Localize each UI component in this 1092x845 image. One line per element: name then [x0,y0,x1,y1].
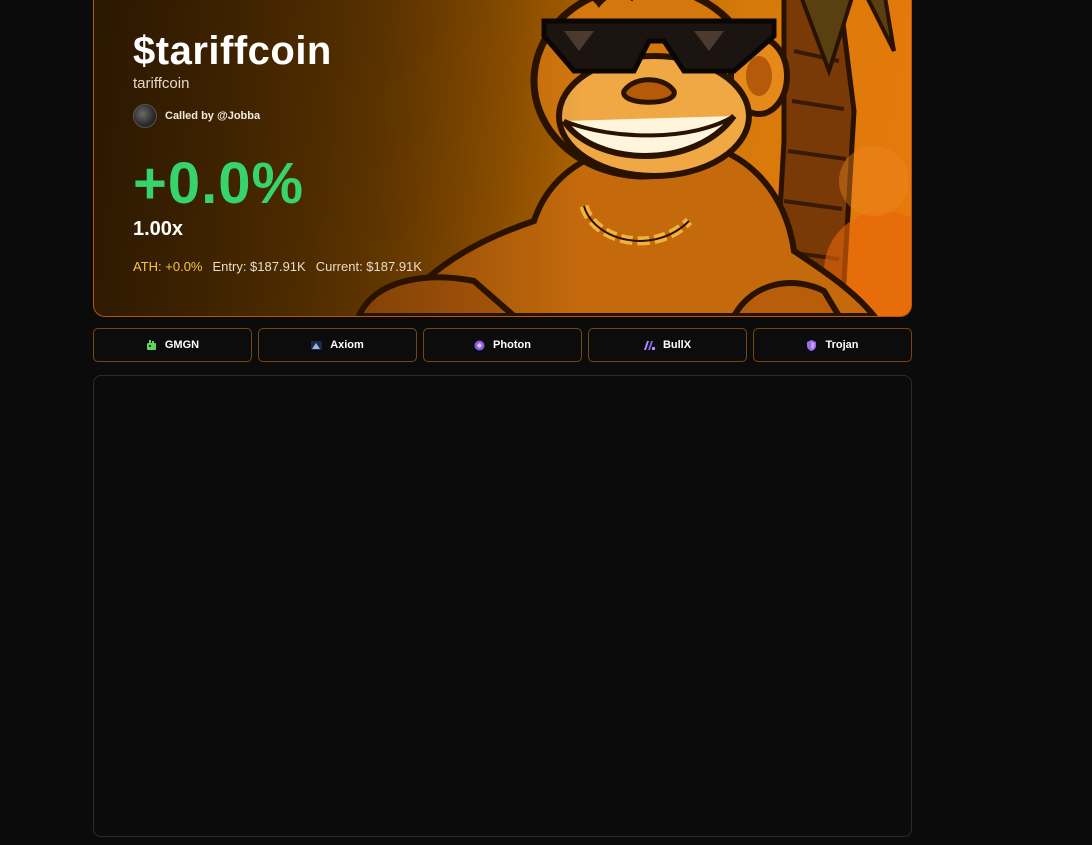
current-stat: Current: $187.91K [315,259,422,274]
gmgn-icon [146,339,156,350]
token-name: tariffcoin [133,75,190,92]
trojan-icon [807,339,817,351]
photon-icon [474,340,485,350]
price-stats: ATH: +0.0% Entry: $187.91K Current: $187… [133,259,553,274]
ath-stat: ATH: +0.0% [133,259,203,274]
axiom-button[interactable]: Axiom [258,328,417,362]
price-change-percent: +0.0% [133,151,305,216]
gmgn-button[interactable]: GMGN [93,328,252,362]
bullx-icon [643,340,655,350]
chart-panel[interactable] [93,375,912,837]
bullx-label: BullX [662,339,692,351]
trojan-button[interactable]: Trojan [753,328,912,362]
price-multiplier: 1.00x [133,218,184,240]
caller-avatar[interactable] [133,104,157,128]
token-ticker: $tariffcoin [133,29,332,73]
caller-label: Called by @Jobba [165,110,260,122]
called-by-prefix: Called by [165,110,217,122]
bullx-button[interactable]: BullX [588,328,747,362]
token-info: $tariffcoin tariffcoin Called by @Jobba … [133,29,553,274]
trade-platform-buttons: GMGN Axiom Photon BullX Trojan [93,328,912,362]
caller-handle[interactable]: @Jobba [217,110,260,122]
axiom-label: Axiom [330,339,364,351]
trojan-label: Trojan [825,339,859,351]
caller-row: Called by @Jobba [133,104,553,128]
photon-button[interactable]: Photon [423,328,582,362]
entry-stat: Entry: $187.91K [212,259,306,274]
axiom-icon [311,340,323,350]
token-hero-card: $tariffcoin tariffcoin Called by @Jobba … [93,0,912,317]
gmgn-label: GMGN [164,339,200,351]
photon-label: Photon [493,339,531,351]
